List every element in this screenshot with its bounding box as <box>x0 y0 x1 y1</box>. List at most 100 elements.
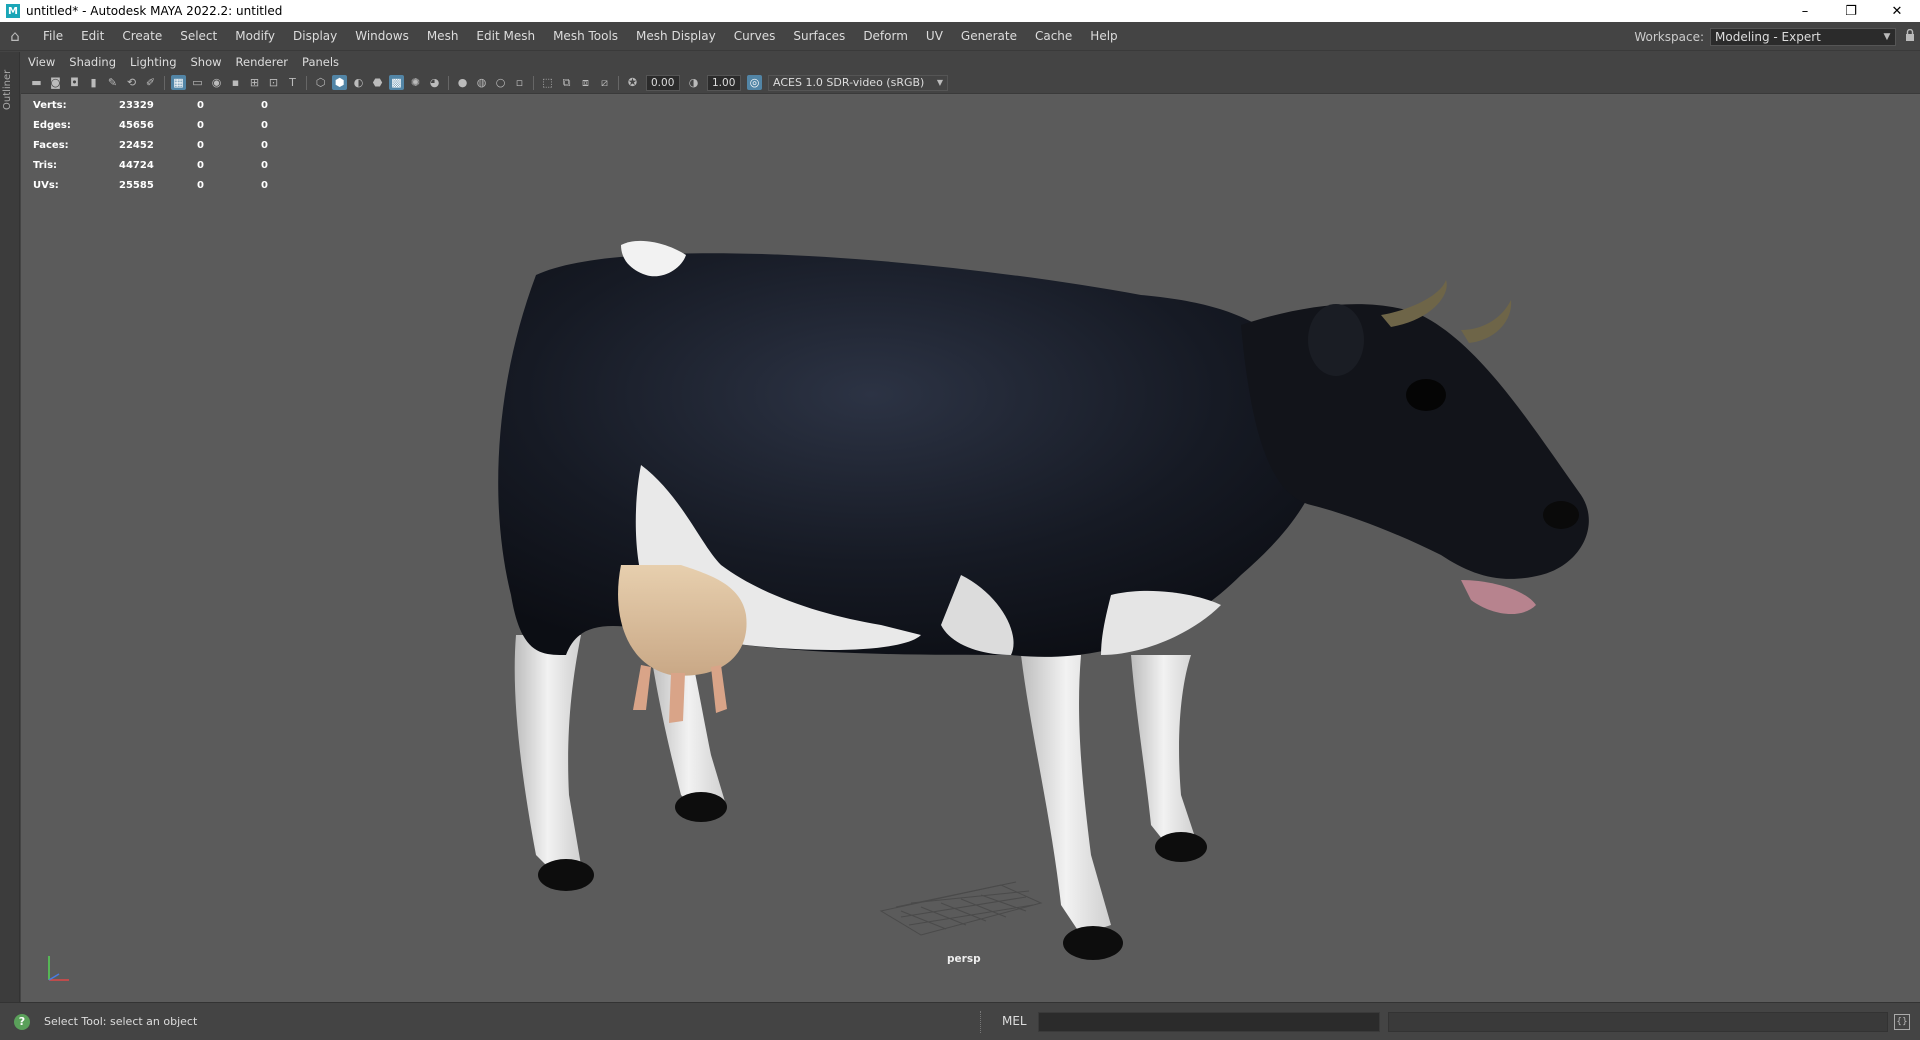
flat-shade-icon[interactable]: ◐ <box>351 75 366 90</box>
image-plane-icon[interactable]: ✎ <box>105 75 120 90</box>
grease-pencil-icon[interactable]: ✐ <box>143 75 158 90</box>
safe-action-icon[interactable]: ⊡ <box>266 75 281 90</box>
hud-value: 45656 <box>119 119 154 131</box>
command-result-field <box>1388 1012 1888 1032</box>
workspace-dropdown[interactable]: Modeling - Expert ▼ <box>1710 27 1896 46</box>
panel-menu-renderer[interactable]: Renderer <box>229 55 296 69</box>
menu-mesh-tools[interactable]: Mesh Tools <box>544 29 627 43</box>
script-editor-icon[interactable]: {} <box>1894 1014 1910 1030</box>
color-management-icon[interactable]: ◎ <box>747 75 762 90</box>
field-chart-icon[interactable]: ⊞ <box>247 75 262 90</box>
resolution-gate-icon[interactable]: ◉ <box>209 75 224 90</box>
menu-select[interactable]: Select <box>171 29 226 43</box>
chevron-down-icon: ▼ <box>936 78 943 87</box>
grid-icon[interactable]: ▦ <box>171 75 186 90</box>
menu-generate[interactable]: Generate <box>952 29 1026 43</box>
anti-aliasing-icon[interactable]: ○ <box>493 75 508 90</box>
hud-value: 22452 <box>119 139 154 151</box>
textured-icon[interactable]: ▩ <box>389 75 404 90</box>
close-button[interactable]: ✕ <box>1874 0 1920 22</box>
safe-title-icon[interactable]: T <box>285 75 300 90</box>
xray-joints-icon[interactable]: ⧈ <box>578 75 593 90</box>
wireframe-icon[interactable]: ⬡ <box>313 75 328 90</box>
hud-label: Verts: <box>33 99 67 111</box>
outliner-tab-strip[interactable]: Outliner <box>0 52 20 1002</box>
film-gate-icon[interactable]: ▭ <box>190 75 205 90</box>
toolbar-divider <box>306 75 307 90</box>
hud-value: 0 <box>261 119 268 131</box>
menu-cache[interactable]: Cache <box>1026 29 1081 43</box>
command-line-input[interactable] <box>1038 1012 1380 1032</box>
use-all-lights-icon[interactable]: ✺ <box>408 75 423 90</box>
isolate-select-icon[interactable]: ⬚ <box>540 75 555 90</box>
xray-components-icon[interactable]: ⧄ <box>597 75 612 90</box>
motion-blur-icon[interactable]: ◍ <box>474 75 489 90</box>
shadows-icon[interactable]: ◕ <box>427 75 442 90</box>
window-controls: – ❐ ✕ <box>1782 0 1920 22</box>
help-line-text: Select Tool: select an object <box>44 1015 198 1028</box>
toolbar-divider <box>618 75 619 90</box>
panel-menu-lighting[interactable]: Lighting <box>123 55 183 69</box>
panel-menu-panels[interactable]: Panels <box>295 55 346 69</box>
panel-menu-bar: View Shading Lighting Show Renderer Pane… <box>21 52 1920 72</box>
mel-toggle-button[interactable]: MEL <box>1002 1014 1027 1028</box>
menu-mesh[interactable]: Mesh <box>418 29 468 43</box>
outliner-tab[interactable]: Outliner <box>2 70 13 110</box>
menu-display[interactable]: Display <box>284 29 346 43</box>
menu-windows[interactable]: Windows <box>346 29 418 43</box>
hud-value: 0 <box>261 99 268 111</box>
hud-value: 0 <box>197 119 204 131</box>
exposure-icon[interactable]: ✪ <box>625 75 640 90</box>
camera-tumble-icon[interactable]: ⟲ <box>124 75 139 90</box>
workspace-value: Modeling - Expert <box>1715 29 1821 44</box>
exposure-field[interactable]: 0.00 <box>646 74 680 91</box>
main-menu-bar: ⌂ File Edit Create Select Modify Display… <box>0 22 1920 51</box>
panel-menu-shading[interactable]: Shading <box>62 55 123 69</box>
menu-modify[interactable]: Modify <box>226 29 284 43</box>
gate-mask-icon[interactable]: ▪ <box>228 75 243 90</box>
view-transform-dropdown[interactable]: ACES 1.0 SDR-video (sRGB) ▼ <box>768 74 948 91</box>
hud-value: 25585 <box>119 179 154 191</box>
menu-curves[interactable]: Curves <box>725 29 785 43</box>
menu-create[interactable]: Create <box>113 29 171 43</box>
menu-mesh-display[interactable]: Mesh Display <box>627 29 725 43</box>
viewport-3d[interactable]: Verts: 23329 0 0 Edges: 45656 0 0 Faces:… <box>21 95 1920 1002</box>
workspace-selector: Workspace: Modeling - Expert ▼ <box>1634 22 1920 51</box>
minimize-button[interactable]: – <box>1782 0 1828 22</box>
restore-button[interactable]: ❐ <box>1828 0 1874 22</box>
bookmark-icon[interactable]: ▮ <box>86 75 101 90</box>
panel-menu-show[interactable]: Show <box>184 55 229 69</box>
menu-uv[interactable]: UV <box>917 29 952 43</box>
toolbar-divider <box>448 75 449 90</box>
panel-menu-view[interactable]: View <box>21 55 62 69</box>
select-camera-icon[interactable]: ▬ <box>29 75 44 90</box>
viewport-panel: View Shading Lighting Show Renderer Pane… <box>21 52 1920 1002</box>
wireframe-on-shaded-icon[interactable]: ⬣ <box>370 75 385 90</box>
menu-file[interactable]: File <box>34 29 72 43</box>
menu-edit[interactable]: Edit <box>72 29 113 43</box>
cow-model[interactable] <box>21 95 1920 1002</box>
camera-name-label: persp <box>947 953 981 965</box>
hud-row-faces: Faces: 22452 0 0 <box>33 135 291 155</box>
smooth-shade-icon[interactable]: ⬢ <box>332 75 347 90</box>
chevron-down-icon: ▼ <box>1883 31 1891 42</box>
poly-count-hud: Verts: 23329 0 0 Edges: 45656 0 0 Faces:… <box>33 95 291 195</box>
camera-attributes-icon[interactable]: ◙ <box>48 75 63 90</box>
hud-value: 0 <box>197 99 204 111</box>
hud-label: Tris: <box>33 159 58 171</box>
menu-deform[interactable]: Deform <box>854 29 917 43</box>
menu-surfaces[interactable]: Surfaces <box>784 29 854 43</box>
toolbar-divider <box>164 75 165 90</box>
ambient-occlusion-icon[interactable]: ● <box>455 75 470 90</box>
help-line: ? Select Tool: select an object MEL {} <box>0 1002 1920 1040</box>
depth-of-field-icon[interactable]: ▫ <box>512 75 527 90</box>
bookmark-camera-icon[interactable]: ◘ <box>67 75 82 90</box>
gamma-icon[interactable]: ◑ <box>686 75 701 90</box>
lock-icon[interactable] <box>1900 28 1920 44</box>
menu-edit-mesh[interactable]: Edit Mesh <box>467 29 544 43</box>
hud-value: 0 <box>261 159 268 171</box>
menu-help[interactable]: Help <box>1081 29 1126 43</box>
gamma-field[interactable]: 1.00 <box>707 74 741 91</box>
home-icon[interactable]: ⌂ <box>4 25 26 47</box>
xray-icon[interactable]: ⧉ <box>559 75 574 90</box>
